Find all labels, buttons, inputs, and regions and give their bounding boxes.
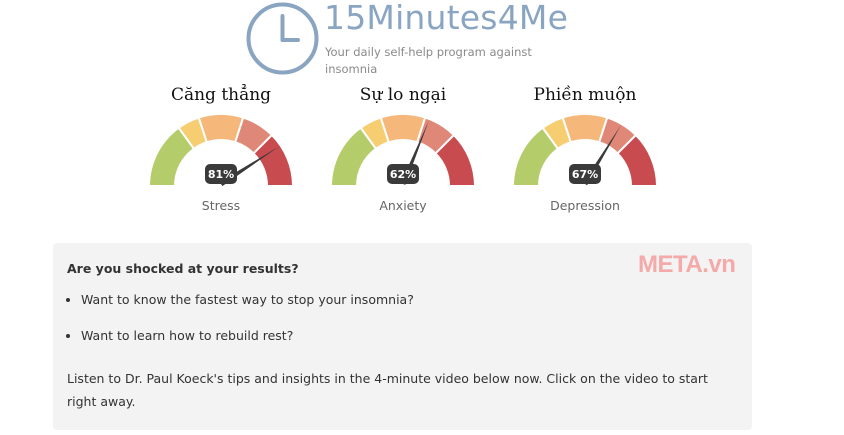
- panel-body-text: Listen to Dr. Paul Koeck's tips and insi…: [67, 371, 708, 409]
- gauge-stress: Căng thẳng 81% Stress: [141, 82, 301, 213]
- gauge-anxiety: Sự lo ngại 62% Anxiety: [323, 82, 483, 213]
- gauge-meter: 62%: [329, 113, 477, 187]
- gauge-label: Depression: [550, 198, 620, 213]
- gauge-title: Căng thẳng: [170, 85, 272, 105]
- gauge-label: Anxiety: [379, 198, 427, 213]
- watermark-logo: META.vn: [638, 251, 736, 278]
- site-logo[interactable]: 15Minutes4Me Your daily self-help progra…: [246, 0, 586, 78]
- list-item: Want to learn how to rebuild rest?: [81, 327, 721, 345]
- brand-name: 15Minutes4Me: [324, 0, 569, 37]
- gauge-title: Phiền muộn: [533, 85, 637, 105]
- gauge-value: 67%: [572, 168, 598, 181]
- gauge-depression: Phiền muộn 67% Depression: [505, 82, 665, 213]
- panel-heading: Are you shocked at your results?: [67, 261, 299, 276]
- gauge-title: Sự lo ngại: [359, 85, 447, 105]
- gauge-meter: 67%: [511, 113, 659, 187]
- gauge-meter: 81%: [147, 113, 295, 187]
- clock-icon: [246, 2, 319, 75]
- gauge-value: 81%: [208, 168, 234, 181]
- bullet-list: Want to know the fastest way to stop you…: [53, 291, 721, 363]
- gauge-label: Stress: [201, 198, 241, 213]
- list-item: Want to know the fastest way to stop you…: [81, 291, 721, 309]
- brand-tagline: Your daily self-help program against ins…: [325, 45, 532, 76]
- gauge-value: 62%: [390, 168, 416, 181]
